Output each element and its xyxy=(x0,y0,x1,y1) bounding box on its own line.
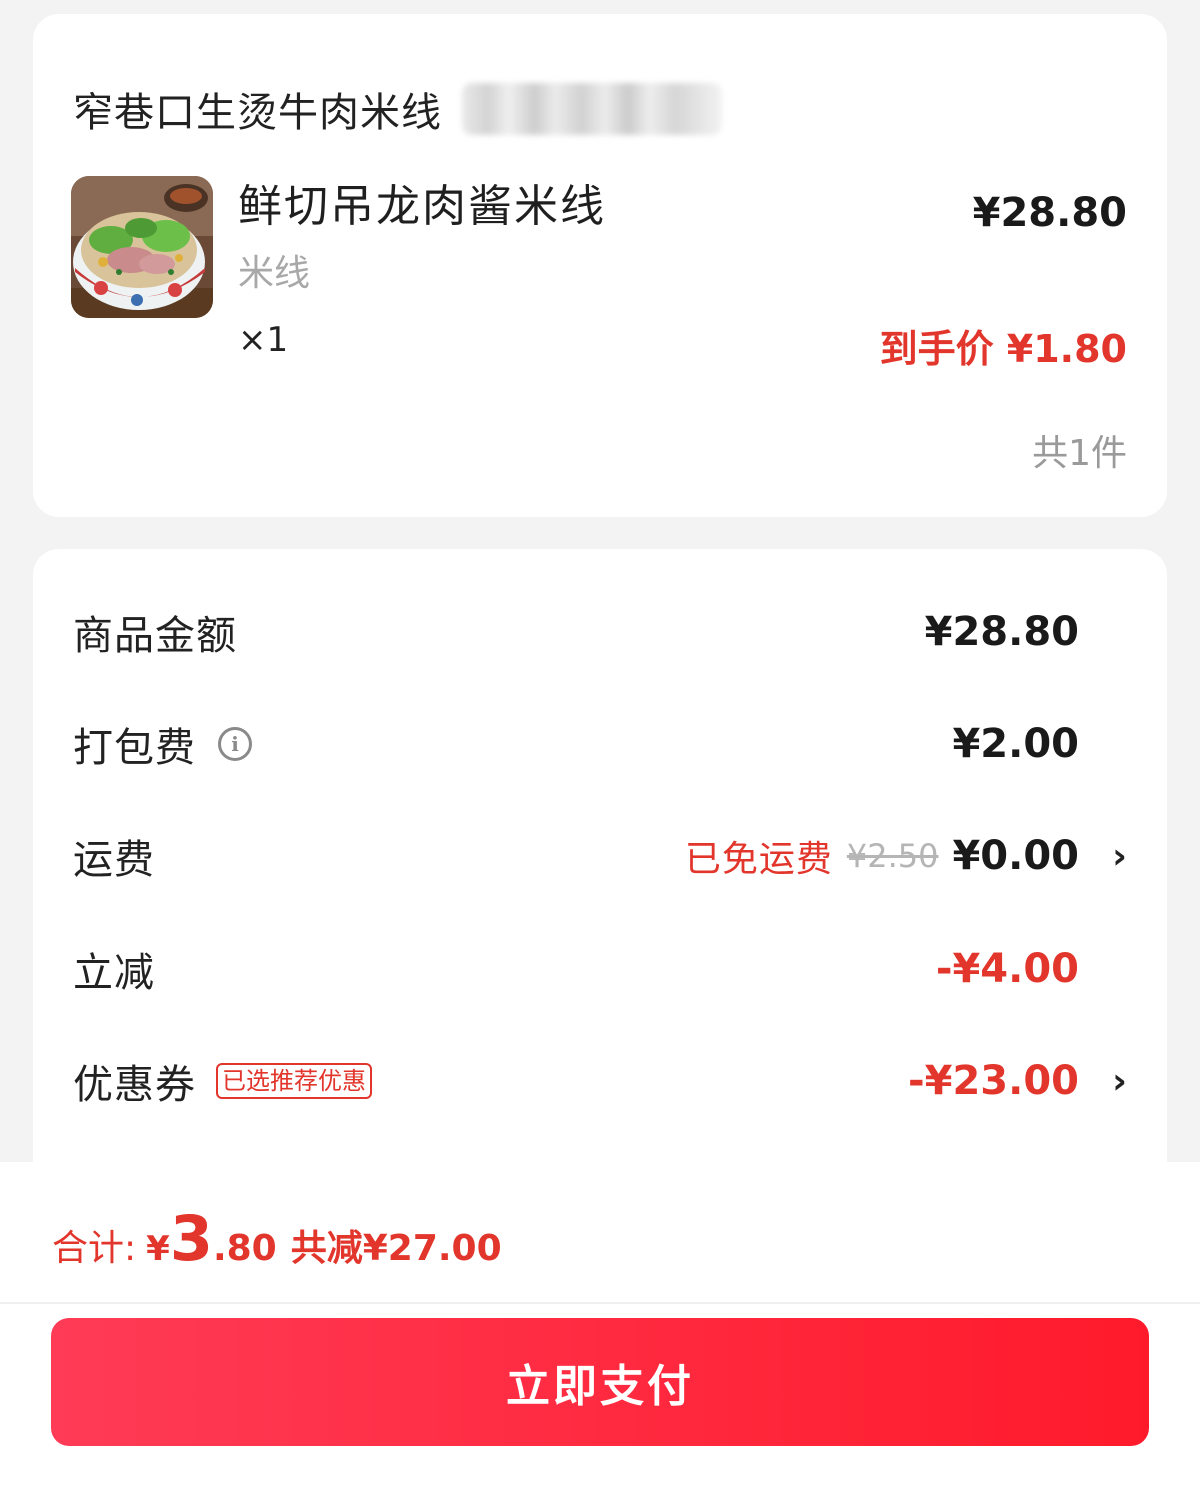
chevron-right-icon[interactable]: › xyxy=(1079,836,1127,877)
total-summary: 合计: ¥ 3 .80 共减¥27.00 xyxy=(52,1202,502,1275)
packing-fee-row: 打包费 i ¥2.00 xyxy=(73,714,1127,774)
instant-discount-value: -¥4.00 xyxy=(935,946,1079,992)
fee-summary-card: 商品金额 ¥28.80 打包费 i ¥2.00 运费 已免运费 ¥2.50 ¥0… xyxy=(33,549,1167,1249)
goods-amount-value: ¥28.80 xyxy=(924,609,1079,655)
noodle-bowl-image xyxy=(71,176,213,318)
coupon-label: 优惠券 xyxy=(73,1062,196,1108)
coupon-tag: 已选推荐优惠 xyxy=(216,1063,372,1099)
total-saved: 共减¥27.00 xyxy=(290,1228,502,1269)
delivery-fee-label: 运费 xyxy=(73,837,155,883)
delivery-fee-row[interactable]: 运费 已免运费 ¥2.50 ¥0.00 › xyxy=(73,826,1127,886)
item-count: 共1件 xyxy=(1032,433,1127,474)
total-label: 合计: xyxy=(52,1228,137,1269)
delivery-fee-value: ¥0.00 xyxy=(952,833,1079,879)
pay-now-button[interactable]: 立即支付 xyxy=(51,1318,1149,1446)
total-integer: 3 xyxy=(169,1202,213,1275)
info-icon[interactable]: i xyxy=(218,727,252,761)
item-price: ¥28.80 xyxy=(972,190,1127,236)
item-final-price: 到手价 ¥1.80 xyxy=(879,327,1127,371)
divider xyxy=(0,1302,1200,1304)
checkout-bar: 合计: ¥ 3 .80 共减¥27.00 立即支付 xyxy=(0,1162,1200,1485)
packing-fee-value: ¥2.00 xyxy=(952,721,1079,767)
item-spec: 米线 xyxy=(238,253,311,294)
instant-discount-label: 立减 xyxy=(73,950,155,996)
total-decimal: .80 xyxy=(212,1228,277,1269)
shop-address-blurred xyxy=(462,83,722,135)
item-name: 鲜切吊龙肉酱米线 xyxy=(238,181,606,232)
item-thumbnail[interactable] xyxy=(71,176,213,318)
original-delivery-fee: ¥2.50 xyxy=(846,837,939,875)
coupon-value: -¥23.00 xyxy=(908,1058,1079,1104)
packing-fee-label: 打包费 xyxy=(73,725,196,771)
item-quantity: ×1 xyxy=(238,320,289,360)
shop-name: 窄巷口生烫牛肉米线 xyxy=(73,90,442,136)
instant-discount-row: 立减 -¥4.00 xyxy=(73,939,1127,999)
chevron-right-icon[interactable]: › xyxy=(1079,1061,1127,1102)
shop-header[interactable]: 窄巷口生烫牛肉米线 xyxy=(73,80,722,138)
free-delivery-text: 已免运费 xyxy=(684,839,833,880)
total-currency: ¥ xyxy=(146,1229,170,1269)
coupon-row[interactable]: 优惠券 已选推荐优惠 -¥23.00 › xyxy=(73,1051,1127,1111)
goods-amount-row: 商品金额 ¥28.80 xyxy=(73,602,1127,662)
goods-amount-label: 商品金额 xyxy=(73,613,237,659)
order-card: 窄巷口生烫牛肉米线 鲜切吊龙肉酱米线 米线 ×1 ¥28.80 到手价 ¥1.8… xyxy=(33,14,1167,517)
